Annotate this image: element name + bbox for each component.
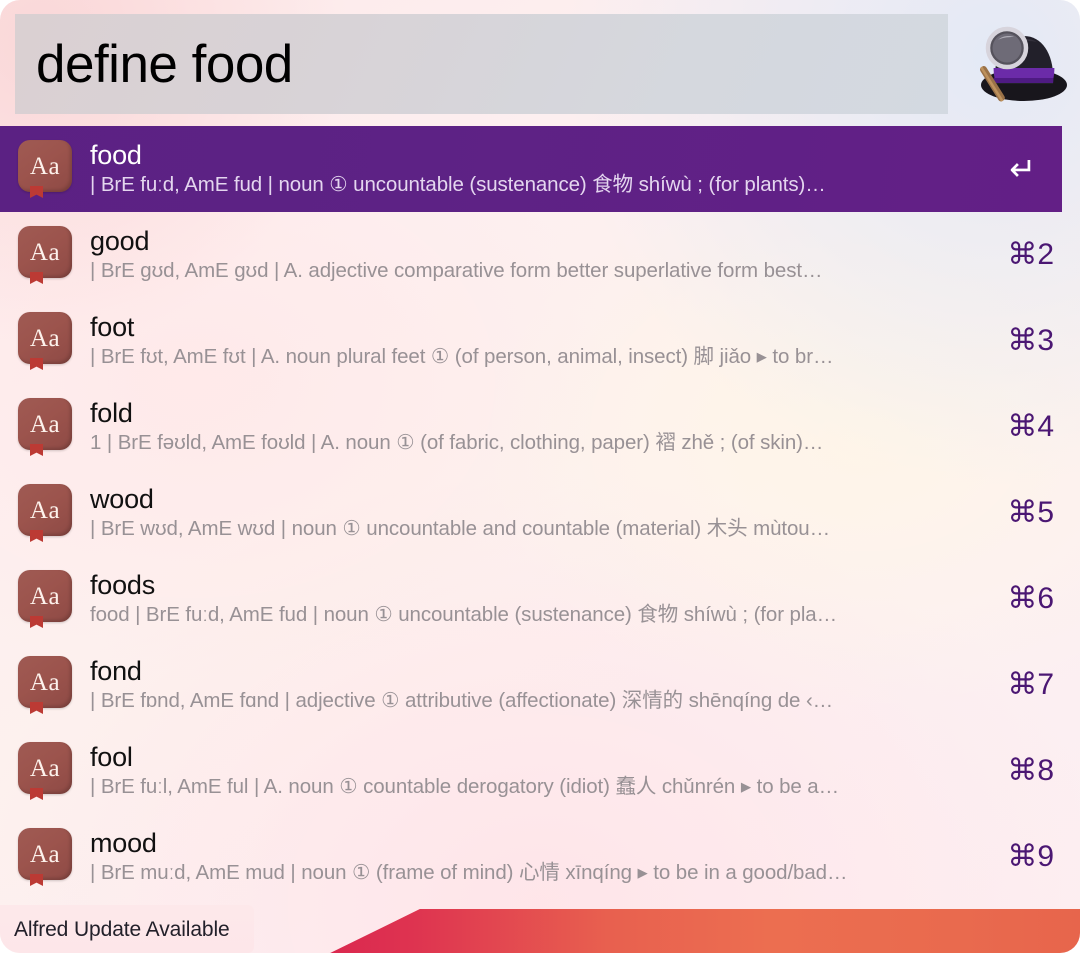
- dictionary-icon-glyph: Aa: [29, 668, 61, 696]
- dictionary-icon-glyph: Aa: [29, 410, 61, 438]
- result-text: good | BrE gʊd, AmE gʊd | A. adjective c…: [90, 226, 990, 284]
- alfred-hat-icon: [969, 12, 1073, 116]
- result-row[interactable]: Aa foods food | BrE fuːd, AmE fud | noun…: [0, 556, 1080, 642]
- result-row[interactable]: Aa wood | BrE wʊd, AmE wʊd | noun ① unco…: [0, 470, 1080, 556]
- result-shortcut: ⌘7: [1007, 668, 1054, 701]
- result-row[interactable]: Aa fond | BrE fɒnd, AmE fɑnd | adjective…: [0, 642, 1080, 728]
- result-text: food | BrE fuːd, AmE fud | noun ① uncoun…: [90, 140, 972, 198]
- result-title: foot: [90, 312, 135, 343]
- dictionary-icon: Aa: [18, 484, 74, 542]
- bookmark-ribbon-icon: [30, 788, 43, 800]
- result-shortcut: ⌘4: [1007, 410, 1054, 443]
- result-subtitle: 1 | BrE fəʊld, AmE foʊld | A. noun ① (of…: [90, 431, 824, 455]
- return-key-icon: ↵: [1009, 151, 1036, 187]
- result-text: wood | BrE wʊd, AmE wʊd | noun ① uncount…: [90, 484, 990, 542]
- result-shortcut: ⌘8: [1007, 754, 1054, 787]
- result-subtitle: | BrE fuːd, AmE fud | noun ① uncountable…: [90, 173, 826, 197]
- result-row[interactable]: Aa foot | BrE fʊt, AmE fʊt | A. noun plu…: [0, 298, 1080, 384]
- result-subtitle: | BrE fɒnd, AmE fɑnd | adjective ① attri…: [90, 689, 834, 713]
- alfred-window: define food Aa food | BrE fuːd, AmE fud …: [0, 0, 1080, 953]
- result-title: food: [90, 140, 142, 171]
- result-row[interactable]: Aa mood | BrE muːd, AmE mud | noun ① (fr…: [0, 814, 1080, 900]
- search-bar[interactable]: define food: [15, 14, 948, 114]
- result-subtitle: | BrE gʊd, AmE gʊd | A. adjective compar…: [90, 259, 823, 283]
- result-row[interactable]: Aa good | BrE gʊd, AmE gʊd | A. adjectiv…: [0, 212, 1080, 298]
- result-text: fool | BrE fuːl, AmE ful | A. noun ① cou…: [90, 742, 990, 800]
- bookmark-ribbon-icon: [30, 616, 43, 628]
- dictionary-icon: Aa: [18, 140, 74, 198]
- dictionary-icon-glyph: Aa: [29, 754, 61, 782]
- dictionary-icon-glyph: Aa: [29, 840, 61, 868]
- bookmark-ribbon-icon: [30, 272, 43, 284]
- result-title: fold: [90, 398, 133, 429]
- results-list: Aa food | BrE fuːd, AmE fud | noun ① unc…: [0, 126, 1080, 900]
- result-title: mood: [90, 828, 157, 859]
- dictionary-icon: Aa: [18, 226, 74, 284]
- dictionary-icon-glyph: Aa: [29, 582, 61, 610]
- result-row[interactable]: Aa food | BrE fuːd, AmE fud | noun ① unc…: [0, 126, 1062, 212]
- footer-bar: Alfred Update Available: [0, 905, 1080, 953]
- result-title: fond: [90, 656, 142, 687]
- result-shortcut: ⌘2: [1007, 238, 1054, 271]
- dictionary-icon: Aa: [18, 570, 74, 628]
- result-shortcut: ⌘3: [1007, 324, 1054, 357]
- result-subtitle: | BrE muːd, AmE mud | noun ① (frame of m…: [90, 861, 848, 885]
- result-subtitle: | BrE fuːl, AmE ful | A. noun ① countabl…: [90, 775, 839, 799]
- dictionary-icon: Aa: [18, 656, 74, 714]
- bookmark-ribbon-icon: [30, 874, 43, 886]
- footer-accent-band: [330, 909, 1080, 953]
- result-title: wood: [90, 484, 154, 515]
- dictionary-icon-glyph: Aa: [29, 152, 61, 180]
- search-input[interactable]: define food: [15, 38, 293, 91]
- result-shortcut: ⌘9: [1007, 840, 1054, 873]
- update-notice[interactable]: Alfred Update Available: [0, 905, 254, 953]
- result-title: good: [90, 226, 150, 257]
- result-text: foods food | BrE fuːd, AmE fud | noun ① …: [90, 570, 990, 628]
- result-text: fold 1 | BrE fəʊld, AmE foʊld | A. noun …: [90, 398, 990, 456]
- dictionary-icon: Aa: [18, 828, 74, 886]
- bookmark-ribbon-icon: [30, 358, 43, 370]
- bookmark-ribbon-icon: [30, 186, 43, 198]
- result-text: fond | BrE fɒnd, AmE fɑnd | adjective ① …: [90, 656, 990, 714]
- result-text: foot | BrE fʊt, AmE fʊt | A. noun plural…: [90, 312, 990, 370]
- dictionary-icon-glyph: Aa: [29, 238, 61, 266]
- result-shortcut: ⌘5: [1007, 496, 1054, 529]
- result-row[interactable]: Aa fold 1 | BrE fəʊld, AmE foʊld | A. no…: [0, 384, 1080, 470]
- bookmark-ribbon-icon: [30, 530, 43, 542]
- result-shortcut: ⌘6: [1007, 582, 1054, 615]
- update-notice-label: Alfred Update Available: [14, 917, 230, 941]
- bookmark-ribbon-icon: [30, 702, 43, 714]
- dictionary-icon: Aa: [18, 742, 74, 800]
- result-subtitle: | BrE fʊt, AmE fʊt | A. noun plural feet…: [90, 345, 834, 369]
- result-subtitle: | BrE wʊd, AmE wʊd | noun ① uncountable …: [90, 517, 831, 541]
- result-row[interactable]: Aa fool | BrE fuːl, AmE ful | A. noun ① …: [0, 728, 1080, 814]
- dictionary-icon: Aa: [18, 398, 74, 456]
- result-title: foods: [90, 570, 156, 601]
- dictionary-icon-glyph: Aa: [29, 496, 61, 524]
- bookmark-ribbon-icon: [30, 444, 43, 456]
- result-subtitle: food | BrE fuːd, AmE fud | noun ① uncoun…: [90, 603, 837, 627]
- result-title: fool: [90, 742, 133, 773]
- dictionary-icon-glyph: Aa: [29, 324, 61, 352]
- dictionary-icon: Aa: [18, 312, 74, 370]
- result-text: mood | BrE muːd, AmE mud | noun ① (frame…: [90, 828, 990, 886]
